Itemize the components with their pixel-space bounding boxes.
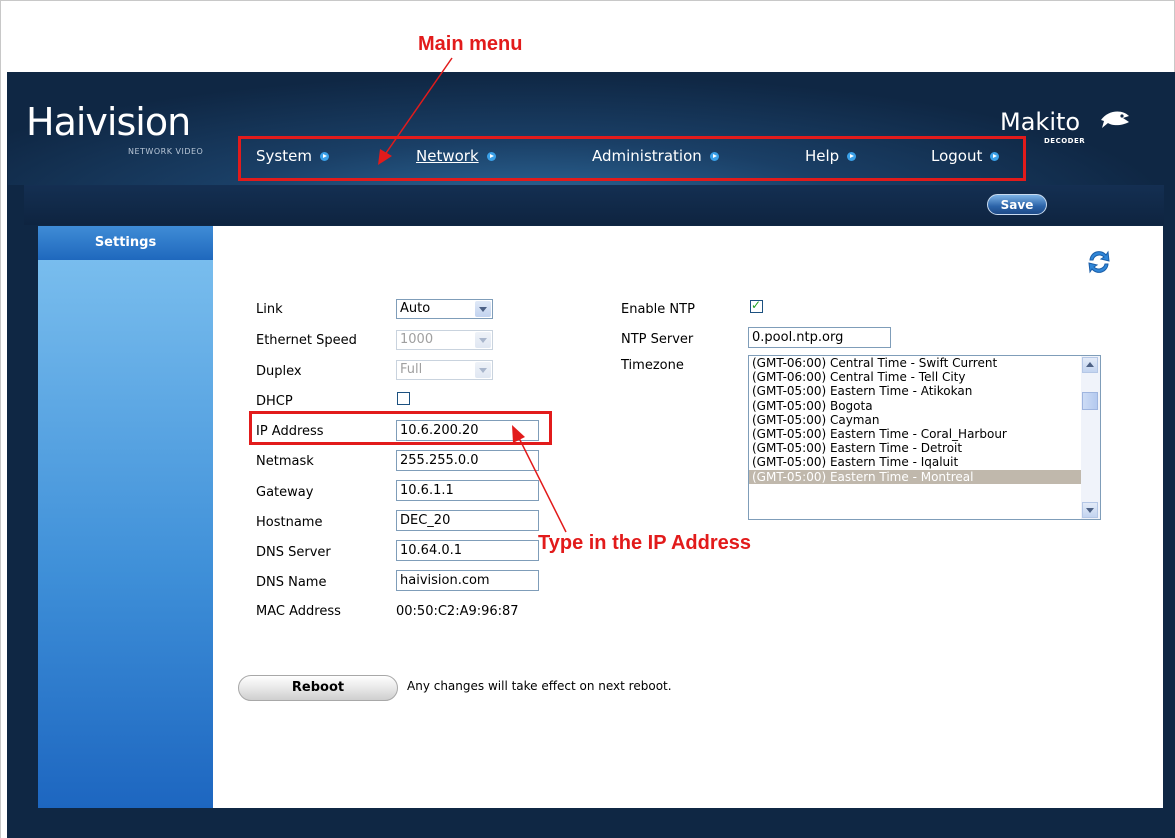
arrow-head-icon [378,149,392,165]
annotation-arrows [378,57,567,533]
arrow-head-icon [512,425,525,443]
